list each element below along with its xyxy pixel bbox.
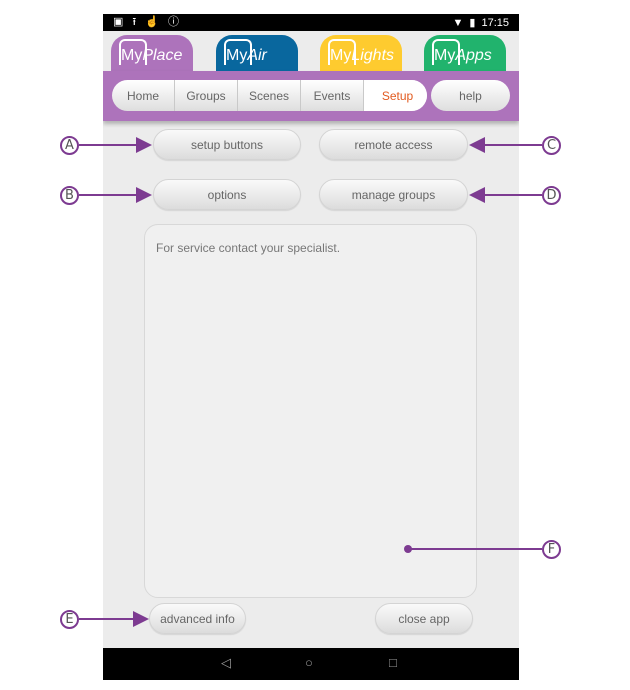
advanced-info-button[interactable]: advanced info [149,603,246,634]
touch-icon: ☝ [145,16,159,28]
callout-a: A [60,136,79,155]
back-icon[interactable]: ◁ [221,655,231,671]
callout-e: E [60,610,79,629]
setup-buttons-button[interactable]: setup buttons [153,129,301,160]
tab-myair[interactable]: MyAir [216,35,298,75]
callout-d: D [542,186,561,205]
callout-f: F [542,540,561,559]
help-button[interactable]: help [431,80,510,111]
tab-name-label: Lights [351,47,395,64]
tab-mylights[interactable]: MyLights [320,35,402,75]
nav-band: Home Groups Scenes Events Setup help [103,71,519,121]
close-app-button[interactable]: close app [375,603,473,634]
tab-my-label: My [226,47,248,64]
manage-groups-button[interactable]: manage groups [319,179,468,210]
callout-b: B [60,186,79,205]
tab-my-label: My [434,47,456,64]
sd-card-icon: ▣ [113,16,124,28]
tab-myplace[interactable]: MyPlace [111,35,193,75]
callout-c: C [542,136,561,155]
tab-myapps[interactable]: MyApps [424,35,506,75]
tab-my-label: My [330,47,352,64]
tab-name-label: Air [247,47,267,64]
service-message: For service contact your specialist. [156,241,341,255]
tab-name-label: Place [142,47,183,64]
nav-setup[interactable]: Setup [364,80,427,111]
upload-icon: ⭱ [132,16,137,28]
app-tabs: MyPlace MyAir MyLights MyApps [103,31,519,75]
options-button[interactable]: options [153,179,301,210]
tab-my-label: My [121,47,143,64]
remote-access-button[interactable]: remote access [319,129,468,160]
tab-name-label: Apps [455,47,492,64]
status-bar: ▣ ⭱ ☝ ⓘ ▼ ▮ 17:15 [103,14,519,31]
section-nav: Home Groups Scenes Events Setup [112,80,427,111]
nav-groups[interactable]: Groups [175,80,238,111]
android-nav-bar: ◁ ○ □ [103,648,519,680]
nav-scenes[interactable]: Scenes [238,80,301,111]
battery-icon: ▮ [469,17,476,29]
recents-icon[interactable]: □ [389,655,397,670]
nav-events[interactable]: Events [301,80,364,111]
clock: 17:15 [481,17,509,29]
nav-home[interactable]: Home [112,80,175,111]
info-panel: For service contact your specialist. [144,224,477,598]
home-icon[interactable]: ○ [305,655,313,670]
info-icon: ⓘ [167,16,179,28]
tablet-screen: ▣ ⭱ ☝ ⓘ ▼ ▮ 17:15 MyPlace MyAir MyLights… [103,14,519,680]
wifi-icon: ▼ [452,17,464,29]
